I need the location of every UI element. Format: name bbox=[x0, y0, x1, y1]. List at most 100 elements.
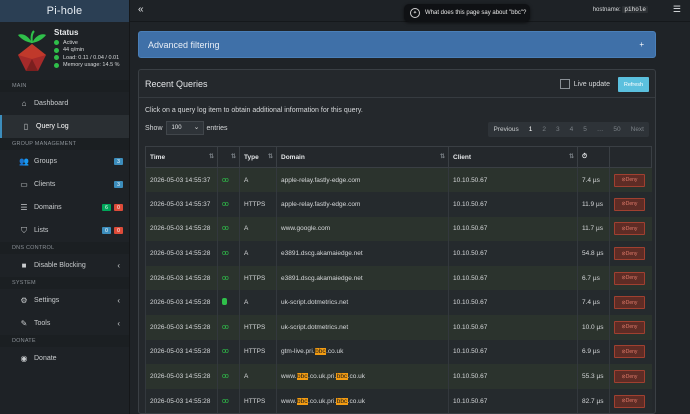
page-link[interactable]: 50 bbox=[608, 122, 625, 137]
assistant-popup-text: What does this page say about "bbc"? bbox=[425, 10, 527, 16]
table-row[interactable]: 2026-05-03 14:55:28 oo HTTPS uk-script.dotm… bbox=[145, 315, 652, 340]
sidebar-item-clients[interactable]: ▭ Clients 3 bbox=[0, 173, 129, 196]
sidebar-item-lists[interactable]: ⛉ Lists 0 0 bbox=[0, 219, 129, 242]
deny-button[interactable]: ⊘ Deny bbox=[614, 370, 645, 384]
table-row[interactable]: 2026-05-03 14:55:28 oo HTTPS gtm-live.pri.b… bbox=[145, 339, 652, 365]
column-header-label: Client bbox=[453, 153, 472, 161]
page-link[interactable]: 5 bbox=[578, 122, 592, 137]
sidebar-item-settings[interactable]: ⚙ Settings ‹ bbox=[0, 289, 129, 312]
assistant-icon: ✦ bbox=[410, 8, 420, 18]
column-header-status[interactable]: ⇅ bbox=[217, 146, 240, 168]
table-row[interactable]: 2026-05-03 14:55:28 oo Awww.bbc.co.uk.pri.… bbox=[145, 364, 652, 389]
page-link[interactable]: 1 bbox=[524, 122, 538, 137]
hostname: hostname: pihole bbox=[593, 6, 648, 13]
deny-button[interactable]: ⊘ Deny bbox=[614, 296, 645, 310]
table-row[interactable]: 2026-05-03 14:55:28 Auk-script.dotmetrics… bbox=[145, 290, 652, 316]
sidebar-item-donate[interactable]: ◉ Donate bbox=[0, 347, 129, 370]
assistant-popup[interactable]: ✦ What does this page say about "bbc"? bbox=[404, 4, 530, 22]
status-title: Status bbox=[54, 28, 79, 37]
deny-button[interactable]: ⊘ Deny bbox=[614, 320, 645, 334]
column-header-client[interactable]: Client ⇅ bbox=[448, 146, 578, 168]
query-domain: www.bbc.co.uk.pri.bbc.co.uk bbox=[276, 364, 449, 389]
pagination-next[interactable]: Next bbox=[626, 122, 649, 137]
refresh-button[interactable]: Refresh bbox=[618, 77, 649, 92]
query-time: 2026-05-03 14:55:28 bbox=[145, 265, 218, 291]
sidebar-item-query-log[interactable]: ▯ Query Log bbox=[0, 115, 129, 138]
deny-button[interactable]: ⊘ Deny bbox=[614, 271, 645, 285]
logo-bar[interactable]: Pi-hole bbox=[0, 0, 129, 22]
table-row[interactable]: 2026-05-03 14:55:28 oo HTTPS www.bbc.co.uk.… bbox=[145, 388, 652, 413]
sort-icon: ⇅ bbox=[230, 154, 236, 160]
query-type: A bbox=[239, 241, 277, 266]
chevron-left-icon: ‹ bbox=[117, 296, 120, 305]
status-info: Status Active 44 q/min Load: 0.11 / 0.04… bbox=[54, 28, 120, 69]
sidebar-item-tools[interactable]: ✎ Tools ‹ bbox=[0, 312, 129, 335]
status-dot-icon bbox=[54, 47, 59, 53]
status-line-text: 44 q/min bbox=[63, 47, 85, 54]
query-table: Time ⇅ ⇅ Type ⇅ Domain ⇅ Client ⇅ ⏱ 2026-05-… bbox=[145, 146, 652, 413]
live-update-checkbox[interactable] bbox=[559, 79, 570, 89]
column-header-domain[interactable]: Domain ⇅ bbox=[276, 146, 449, 168]
forwarded-icon: oo bbox=[222, 373, 229, 381]
recent-queries-box: Recent Queries Live update Refresh Click… bbox=[138, 69, 656, 414]
deny-button[interactable]: ⊘ Deny bbox=[614, 345, 645, 359]
advanced-filtering-panel[interactable]: Advanced filtering + bbox=[138, 31, 656, 58]
query-reply-time: 55.3 µs bbox=[577, 364, 610, 389]
query-action: ⊘ Deny bbox=[609, 290, 652, 316]
deny-button[interactable]: ⊘ Deny bbox=[614, 247, 645, 261]
query-client: 10.10.50.67 bbox=[448, 339, 578, 365]
column-header-type[interactable]: Type ⇅ bbox=[239, 146, 277, 168]
status-panel: Status Active 44 q/min Load: 0.11 / 0.04… bbox=[0, 22, 129, 80]
deny-button[interactable]: ⊘ Deny bbox=[614, 222, 645, 236]
query-domain: www.bbc.co.uk.pri.bbc.co.uk bbox=[276, 388, 449, 413]
sidebar-item-dashboard[interactable]: ⌂ Dashboard bbox=[0, 92, 129, 115]
sidebar-item-domains[interactable]: ☰ Domains 6 0 bbox=[0, 196, 129, 219]
forwarded-icon: oo bbox=[222, 323, 229, 331]
sidebar-item-label: Clients bbox=[34, 181, 56, 188]
query-client: 10.10.50.67 bbox=[448, 216, 578, 242]
sidebar-item-groups[interactable]: 👥 Groups 3 bbox=[0, 150, 129, 173]
query-status bbox=[217, 290, 240, 316]
status-line-text: Memory usage: 14.5 % bbox=[63, 62, 120, 69]
sidebar-toggle-icon[interactable]: « bbox=[138, 4, 144, 15]
page-link[interactable]: 4 bbox=[565, 122, 579, 137]
sidebar-item-disable-blocking[interactable]: ■ Disable Blocking ‹ bbox=[0, 254, 129, 277]
sidebar-item-label: Settings bbox=[34, 297, 60, 304]
deny-label: Deny bbox=[625, 373, 638, 380]
deny-button[interactable]: ⊘ Deny bbox=[614, 173, 645, 187]
page-link[interactable]: 2 bbox=[537, 122, 551, 137]
pagination-previous[interactable]: Previous bbox=[488, 122, 523, 137]
query-client: 10.10.50.67 bbox=[448, 290, 578, 316]
query-type: HTTPS bbox=[239, 315, 277, 340]
nav-header-dns: DNS CONTROL bbox=[0, 242, 129, 254]
query-type: A bbox=[239, 364, 277, 389]
live-update-toggle[interactable]: Live update bbox=[559, 79, 610, 89]
deny-button[interactable]: ⊘ Deny bbox=[614, 197, 645, 211]
entries-label: entries bbox=[206, 124, 228, 132]
table-row[interactable]: 2026-05-03 14:55:37 oo Aapple-relay.fastly… bbox=[145, 167, 652, 193]
table-row[interactable]: 2026-05-03 14:55:28 oo Ae3891.dscg.akamaie… bbox=[145, 241, 652, 266]
table-header-row: Time ⇅ ⇅ Type ⇅ Domain ⇅ Client ⇅ ⏱ bbox=[145, 146, 652, 168]
column-header-time[interactable]: Time ⇅ bbox=[145, 146, 218, 168]
table-row[interactable]: 2026-05-03 14:55:28 oo Awww.google.com 10.1… bbox=[145, 216, 652, 242]
query-action: ⊘ Deny bbox=[609, 315, 652, 340]
expand-icon[interactable]: + bbox=[639, 40, 644, 49]
nav-header-donate: DONATE bbox=[0, 335, 129, 347]
column-header-reply-time[interactable]: ⏱ bbox=[577, 146, 610, 168]
column-header-label: Type bbox=[244, 153, 259, 161]
table-row[interactable]: 2026-05-03 14:55:37 oo HTTPS apple-relay.fa… bbox=[145, 192, 652, 217]
column-header-label: Time bbox=[150, 153, 166, 161]
app-title: Pi-hole bbox=[46, 5, 83, 17]
query-action: ⊘ Deny bbox=[609, 265, 652, 291]
table-row[interactable]: 2026-05-03 14:55:28 oo HTTPS e3891.dscg.aka… bbox=[145, 265, 652, 291]
forwarded-icon: oo bbox=[222, 348, 229, 356]
query-domain: e3891.dscg.akamaiedge.net bbox=[276, 265, 449, 291]
entries-select[interactable]: 100 bbox=[165, 121, 204, 135]
menu-icon[interactable]: ☰ bbox=[673, 4, 681, 15]
page-link[interactable]: 3 bbox=[551, 122, 565, 137]
sidebar: Pi-hole Status Active 44 q/min Load: 0.1… bbox=[0, 0, 130, 414]
status-rate: 44 q/min bbox=[54, 47, 120, 55]
query-domain: apple-relay.fastly-edge.com bbox=[276, 192, 449, 217]
list-icon: ☰ bbox=[20, 203, 28, 212]
deny-button[interactable]: ⊘ Deny bbox=[614, 394, 645, 408]
